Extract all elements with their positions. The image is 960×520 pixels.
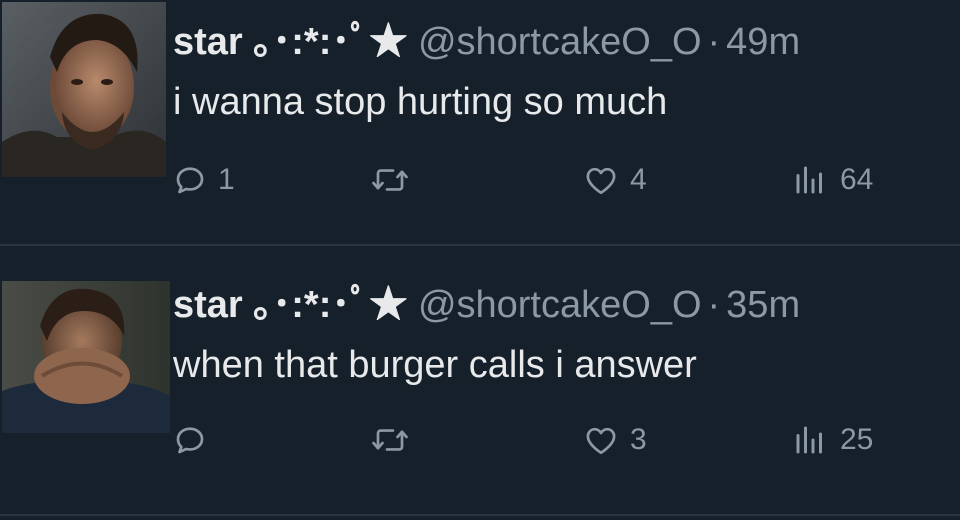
reply-count: 1 xyxy=(218,163,235,196)
tweet[interactable]: star ｡･:*:･ﾟ★ @shortcakeO_O · 35m when tha… xyxy=(0,246,960,491)
tweet-text: when that burger calls i answer xyxy=(173,344,697,386)
user-handle[interactable]: @shortcakeO_O xyxy=(418,284,702,326)
avatar-image xyxy=(2,2,166,177)
retweet-icon xyxy=(372,169,408,191)
reply-icon xyxy=(176,167,204,194)
like-count: 4 xyxy=(630,163,647,196)
reply-button[interactable] xyxy=(172,415,218,465)
view-count: 64 xyxy=(840,163,874,196)
reply-icon xyxy=(176,427,204,454)
retweet-button[interactable] xyxy=(370,415,420,465)
separator-dot: · xyxy=(707,284,721,326)
tweet-text: i wanna stop hurting so much xyxy=(173,81,668,123)
display-name[interactable]: star ｡･:*:･ﾟ★ xyxy=(173,21,407,63)
divider xyxy=(0,514,960,516)
views-icon xyxy=(796,166,822,194)
reply-button[interactable]: 1 xyxy=(172,155,235,205)
avatar-image xyxy=(2,281,170,433)
display-name[interactable]: star ｡･:*:･ﾟ★ xyxy=(173,284,407,326)
timestamp[interactable]: 49m xyxy=(726,21,800,63)
view-count: 25 xyxy=(840,423,874,456)
like-count: 3 xyxy=(630,423,647,456)
like-button[interactable]: 3 xyxy=(582,415,647,465)
views-button[interactable]: 64 xyxy=(790,155,873,205)
like-icon xyxy=(586,167,616,195)
separator-dot: · xyxy=(707,21,721,63)
user-handle[interactable]: @shortcakeO_O xyxy=(418,21,702,63)
retweet-icon xyxy=(372,429,408,451)
retweet-button[interactable] xyxy=(370,155,420,205)
tweet-actions: 3 25 xyxy=(0,415,960,465)
avatar[interactable] xyxy=(2,2,166,177)
tweet-header: star ｡･:*:･ﾟ★ @shortcakeO_O · 35m xyxy=(173,283,800,327)
like-icon xyxy=(586,427,616,455)
timestamp[interactable]: 35m xyxy=(726,284,800,326)
like-button[interactable]: 4 xyxy=(582,155,647,205)
views-button[interactable]: 25 xyxy=(790,415,873,465)
avatar[interactable] xyxy=(2,281,170,433)
tweet[interactable]: star ｡･:*:･ﾟ★ @shortcakeO_O · 49m i wanna … xyxy=(0,0,960,245)
tweet-actions: 1 4 64 xyxy=(0,155,960,205)
views-icon xyxy=(796,426,822,454)
tweet-header: star ｡･:*:･ﾟ★ @shortcakeO_O · 49m xyxy=(173,20,800,64)
